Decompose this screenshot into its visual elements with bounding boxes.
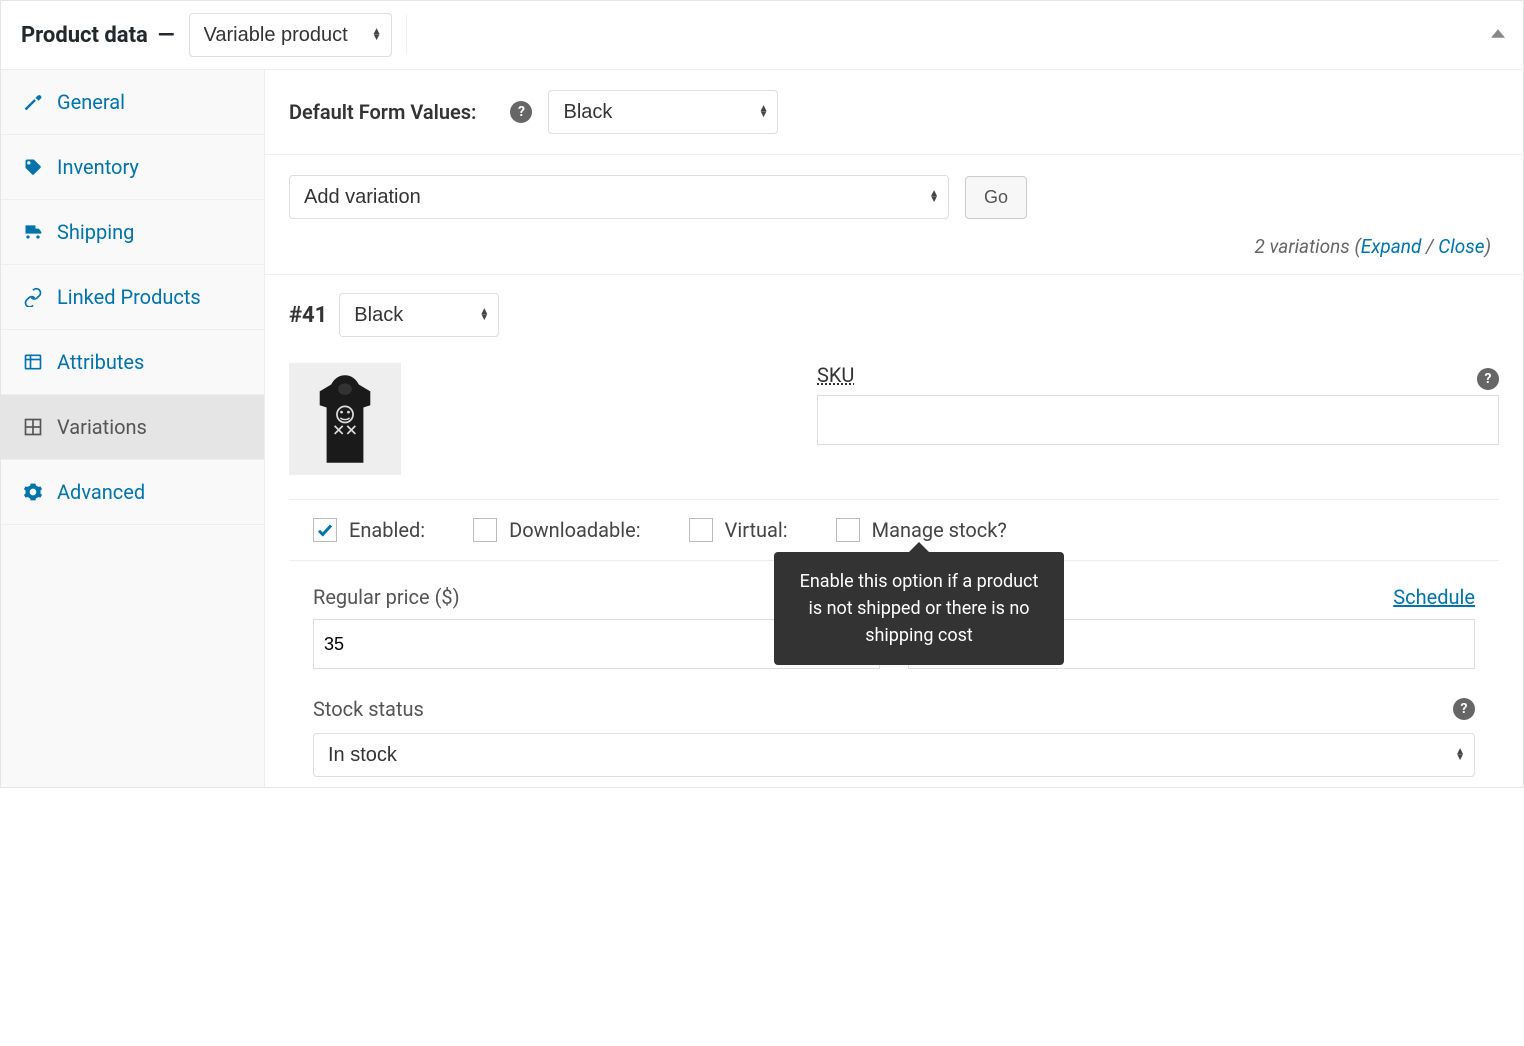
expand-link[interactable]: Expand <box>1361 235 1422 258</box>
tab-label: General <box>57 90 125 114</box>
tab-general[interactable]: General <box>1 70 264 135</box>
link-icon <box>23 287 43 307</box>
default-form-select[interactable]: Black ▲▼ <box>548 90 778 134</box>
grid-icon <box>23 417 43 437</box>
variation-id: #41 <box>289 303 327 328</box>
enabled-checkbox[interactable]: Enabled: <box>313 518 425 542</box>
checkbox-row: Enabled: Downloadable: Virtual: Manage s… <box>289 499 1499 561</box>
tab-label: Shipping <box>57 220 134 244</box>
tab-label: Advanced <box>57 480 145 504</box>
schedule-link[interactable]: Schedule <box>1393 585 1475 609</box>
variations-count: 2 variations ( <box>1254 235 1360 258</box>
tab-advanced[interactable]: Advanced <box>1 460 264 525</box>
help-icon[interactable]: ? <box>1453 698 1475 720</box>
tab-inventory[interactable]: Inventory <box>1 135 264 200</box>
stock-status-select[interactable]: In stock ▲▼ <box>313 733 1475 777</box>
virtual-tooltip: Enable this option if a product is not s… <box>774 552 1064 665</box>
wrench-icon <box>23 92 43 112</box>
tab-label: Linked Products <box>57 285 201 309</box>
help-icon[interactable]: ? <box>1477 368 1499 390</box>
collapse-toggle-icon[interactable] <box>1491 25 1505 46</box>
tabs-sidebar: General Inventory Shipping Linked Produc… <box>1 70 265 787</box>
variation-action-row: Add variation ▲▼ Go 2 variations (Expand… <box>265 155 1523 275</box>
tab-linked-products[interactable]: Linked Products <box>1 265 264 330</box>
tab-shipping[interactable]: Shipping <box>1 200 264 265</box>
variation-action-select[interactable]: Add variation ▲▼ <box>289 175 949 219</box>
downloadable-checkbox[interactable]: Downloadable: <box>473 518 640 542</box>
variation-header: #41 Black ▲▼ <box>265 275 1523 345</box>
tag-icon <box>23 157 43 177</box>
default-form-label: Default Form Values: <box>289 100 476 124</box>
variation-image[interactable] <box>289 363 401 475</box>
virtual-checkbox[interactable]: Virtual: <box>689 518 788 542</box>
default-form-row: Default Form Values: ? Black ▲▼ <box>265 70 1523 155</box>
variation-attr-select[interactable]: Black ▲▼ <box>339 293 499 337</box>
gear-icon <box>23 482 43 502</box>
panel-title: Product data <box>21 23 148 48</box>
tab-attributes[interactable]: Attributes <box>1 330 264 395</box>
variations-meta: 2 variations (Expand / Close) <box>289 235 1499 258</box>
stock-status-label: Stock status <box>313 697 424 721</box>
list-icon <box>23 352 43 372</box>
panel-header: Product data — Variable product ▲▼ <box>1 1 1523 70</box>
help-icon[interactable]: ? <box>510 101 532 123</box>
tab-label: Variations <box>57 415 147 439</box>
sku-label: SKU <box>817 363 854 387</box>
product-type-select[interactable]: Variable product ▲▼ <box>189 13 392 57</box>
sku-input[interactable] <box>817 395 1499 445</box>
truck-icon <box>23 222 43 242</box>
hoodie-icon <box>309 373 381 465</box>
header-separator <box>406 15 407 55</box>
title-dash: — <box>158 23 175 48</box>
tab-label: Attributes <box>57 350 144 374</box>
manage-stock-checkbox[interactable]: Manage stock? <box>836 518 1007 542</box>
close-link[interactable]: Close <box>1438 235 1484 258</box>
tab-label: Inventory <box>57 155 139 179</box>
go-button[interactable]: Go <box>965 176 1027 219</box>
tab-variations[interactable]: Variations <box>1 395 264 460</box>
